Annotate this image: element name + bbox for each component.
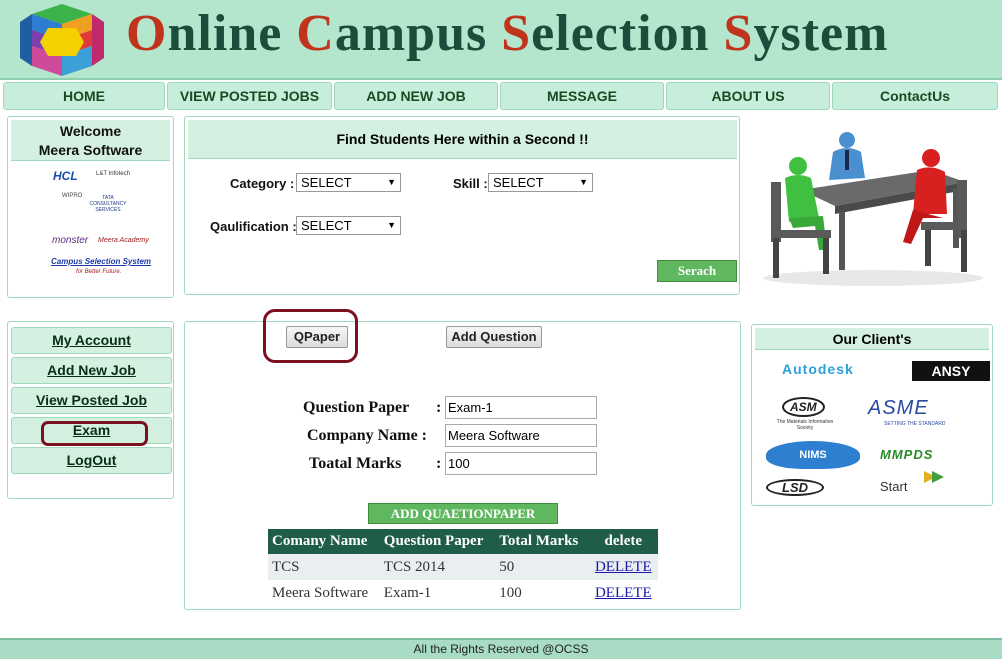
nav-add-new-job[interactable]: ADD NEW JOB: [334, 82, 498, 110]
interview-illustration-icon: [763, 132, 983, 286]
start-arrow-icon: [924, 471, 944, 483]
category-select[interactable]: SELECT ▼: [296, 173, 401, 192]
add-question-paper-button[interactable]: ADD QUAETIONPAPER: [368, 503, 558, 524]
client-logo-asm: ASM: [782, 397, 825, 417]
question-paper-input[interactable]: [445, 396, 597, 419]
cell-paper: Exam-1: [383, 584, 432, 601]
title-word: election: [531, 5, 724, 62]
partner-logo: WIPRO: [62, 193, 83, 199]
title-initial: O: [126, 5, 168, 62]
title-word: ystem: [753, 5, 889, 62]
cell-company: Meera Software: [272, 584, 369, 601]
company-name-label: Company Name :: [307, 427, 427, 444]
client-logo-autodesk: Autodesk: [782, 361, 854, 377]
question-paper-label: Question Paper: [303, 399, 410, 416]
menu-logout[interactable]: LogOut: [11, 447, 172, 474]
partner-logo: L&T Infotech: [96, 171, 130, 177]
client-logo-nims: NIMS: [766, 441, 860, 469]
cell-delete: DELETE: [589, 580, 658, 606]
question-paper-panel: QPaper Add Question Question Paper : Com…: [184, 309, 741, 610]
question-paper-table: Comany Name Question Paper Total Marks d…: [268, 529, 658, 606]
client-logo-ansys: ANSY: [912, 361, 990, 381]
cell-marks: 100: [499, 584, 522, 601]
delete-link[interactable]: DELETE: [595, 585, 652, 601]
menu-add-new-job[interactable]: Add New Job: [11, 357, 172, 384]
nav-home[interactable]: HOME: [3, 82, 165, 110]
title-initial: S: [501, 5, 532, 62]
client-logo-mmpds: MMPDS: [880, 447, 934, 462]
partner-logo: for Better Future.: [76, 269, 122, 275]
table-row: TCS TCS 2014 50 DELETE: [268, 554, 658, 580]
form-colon: :: [436, 399, 442, 416]
exam-highlight-ring: [41, 421, 148, 446]
search-button[interactable]: Serach: [657, 260, 737, 282]
client-logo-asm-caption: The Materials Information Society: [776, 419, 834, 431]
col-delete: delete: [588, 529, 658, 554]
menu-view-posted-job[interactable]: View Posted Job: [11, 387, 172, 414]
dropdown-arrow-icon: ▼: [579, 177, 588, 187]
site-title: Online Campus Selection System: [126, 4, 888, 63]
partner-logo: monster: [52, 235, 89, 246]
welcome-heading: Welcome Meera Software: [11, 120, 170, 161]
nav-contact-us[interactable]: ContactUs: [832, 82, 998, 110]
cell-paper: TCS 2014: [379, 554, 496, 580]
title-initial: S: [723, 5, 754, 62]
client-logo-asme-caption: SETTING THE STANDARD: [884, 421, 946, 427]
partner-logo: Meera Academy: [98, 237, 149, 244]
footer: All the Rights Reserved @OCSS: [0, 638, 1002, 659]
menu-my-account[interactable]: My Account: [11, 327, 172, 354]
title-word: ampus: [334, 5, 502, 62]
main-nav: HOME VIEW POSTED JOBS ADD NEW JOB MESSAG…: [3, 82, 999, 110]
col-question-paper: Question Paper: [379, 529, 496, 554]
qualification-select[interactable]: SELECT ▼: [296, 216, 401, 235]
cell-delete: DELETE: [588, 554, 658, 580]
col-company-name: Comany Name: [268, 529, 380, 554]
bottom-strip: [0, 659, 1002, 663]
cell-marks: 50: [495, 554, 589, 580]
search-panel: Find Students Here within a Second !! Ca…: [184, 116, 740, 295]
client-logo-asme: ASME: [868, 397, 929, 419]
add-question-button[interactable]: Add Question: [446, 326, 542, 348]
nav-about-us[interactable]: ABOUT US: [666, 82, 830, 110]
skill-label: Skill :: [453, 176, 488, 191]
nav-view-posted-jobs[interactable]: VIEW POSTED JOBS: [167, 82, 332, 110]
nav-message[interactable]: MESSAGE: [500, 82, 664, 110]
partner-logo: HCL: [53, 169, 78, 183]
clients-panel: Our Client's Autodesk ANSY ASM The Mater…: [751, 324, 993, 506]
partner-logo: TATA CONSULTANCY SERVICES: [89, 195, 127, 213]
category-label: Category :: [230, 176, 295, 191]
category-selected-value: SELECT: [301, 175, 352, 190]
qpaper-button[interactable]: QPaper: [286, 326, 348, 348]
qualification-selected-value: SELECT: [301, 218, 352, 233]
qualification-label: Qaulification :: [210, 219, 297, 234]
dropdown-arrow-icon: ▼: [387, 220, 396, 230]
company-name-input[interactable]: [445, 424, 597, 447]
site-header: Online Campus Selection System: [0, 0, 1002, 80]
partner-logo: Campus Selection System: [51, 257, 152, 266]
search-heading: Find Students Here within a Second !!: [188, 120, 737, 159]
title-initial: C: [296, 5, 335, 62]
table-header-row: Comany Name Question Paper Total Marks d…: [268, 529, 658, 554]
cell-company: TCS: [268, 554, 380, 580]
title-word: nline: [167, 5, 297, 62]
table-row: Meera Software Exam-1 100 DELETE: [268, 580, 658, 606]
dropdown-arrow-icon: ▼: [387, 177, 396, 187]
total-marks-input[interactable]: [445, 452, 597, 475]
client-logo-lsd: LSD: [766, 479, 824, 496]
client-logo-start: Start: [880, 479, 908, 494]
clients-heading: Our Client's: [755, 328, 989, 350]
skill-select[interactable]: SELECT ▼: [488, 173, 593, 192]
partner-logos: HCL L&T Infotech WIPRO TATA CONSULTANCY …: [48, 165, 151, 283]
company-name: Meera Software: [38, 142, 143, 158]
col-total-marks: Total Marks: [495, 529, 589, 554]
welcome-label: Welcome: [59, 123, 122, 139]
welcome-panel: Welcome Meera Software HCL L&T Infotech …: [7, 116, 174, 298]
account-menu-panel: My Account Add New Job View Posted Job E…: [7, 321, 174, 499]
delete-link[interactable]: DELETE: [595, 559, 652, 575]
hexagon-cube-logo-icon: [20, 4, 104, 76]
skill-selected-value: SELECT: [493, 175, 544, 190]
total-marks-label: Toatal Marks: [309, 455, 402, 472]
form-colon: :: [436, 455, 442, 472]
